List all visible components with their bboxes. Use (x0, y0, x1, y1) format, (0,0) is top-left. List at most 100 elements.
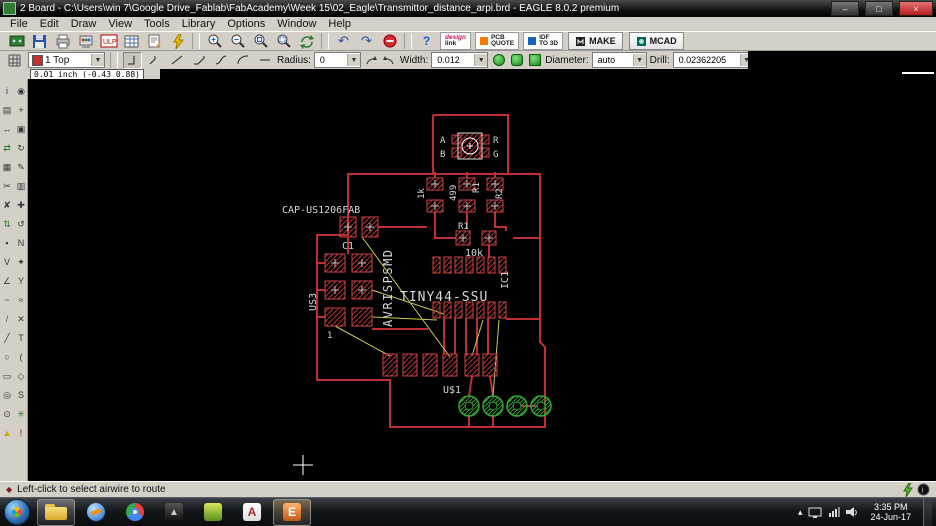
help-icon[interactable]: ? (416, 32, 437, 50)
tool-ratsnest-icon[interactable]: ✳ (15, 406, 28, 422)
menu-item-file[interactable]: File (4, 18, 34, 30)
diameter-dropdown-arrow[interactable]: ▼ (632, 54, 646, 66)
component-bottom-header[interactable] (382, 353, 498, 377)
tool-text-icon[interactable]: T (15, 330, 28, 346)
drill-input[interactable] (676, 54, 737, 66)
volume-tray-icon[interactable] (846, 507, 858, 517)
zoom-fit-icon[interactable] (250, 32, 271, 50)
via-shape-round-button[interactable] (491, 53, 506, 67)
tool-ripup-icon[interactable]: ✕ (15, 311, 28, 327)
pcb-canvas[interactable]: CAP-US1206FAB C1 US3 AVRISPSMD 1 TINY44-… (28, 79, 936, 481)
tool-change-icon[interactable]: ✎ (15, 159, 28, 175)
arc-direction-cw-icon[interactable] (382, 53, 397, 67)
print-icon[interactable] (52, 32, 73, 50)
tool-replace-icon[interactable]: ↺ (15, 216, 28, 232)
start-button[interactable] (4, 499, 30, 525)
tool-route-icon[interactable]: / (1, 311, 14, 327)
tool-drc-icon[interactable]: ▲ (1, 425, 14, 441)
design-link-button[interactable]: design link (440, 32, 471, 50)
diameter-input[interactable] (595, 54, 630, 66)
table-icon[interactable] (121, 32, 142, 50)
tool-split-icon[interactable]: Y (15, 273, 28, 289)
tool-arc-icon[interactable]: ( (15, 349, 28, 365)
title-bar[interactable]: 2 Board - C:\Users\win 7\Google Drive_Fa… (0, 0, 936, 17)
tool-copy-icon[interactable]: ▣ (15, 121, 28, 137)
tool-smash-icon[interactable]: ✦ (15, 254, 28, 270)
tool-optimize-icon[interactable]: ~ (1, 292, 14, 308)
save-icon[interactable] (29, 32, 50, 50)
tool-polygon-icon[interactable]: ◇ (15, 368, 28, 384)
minimize-button[interactable]: – (831, 1, 859, 16)
tool-info-icon[interactable]: i (1, 83, 14, 99)
make-button[interactable]: MAKE (568, 32, 623, 50)
tool-lock-icon[interactable]: ▪ (1, 235, 14, 251)
tool-show-icon[interactable]: ◉ (15, 83, 28, 99)
layer-select[interactable]: 1 Top ▼ (28, 52, 105, 68)
taskbar-media-player-button[interactable] (78, 500, 114, 525)
tool-move-icon[interactable]: ↔ (1, 121, 14, 137)
tool-mark-icon[interactable]: + (15, 102, 28, 118)
mcad-button[interactable]: MCAD (628, 32, 684, 50)
drill-combo[interactable]: ▼ (672, 52, 754, 68)
tool-errors-icon[interactable]: ! (15, 425, 28, 441)
tool-mirror-icon[interactable]: ⇄ (1, 140, 14, 156)
board-schematic-icon[interactable] (6, 32, 27, 50)
wire-bend-style-5-button[interactable] (211, 51, 230, 69)
radius-dropdown-arrow[interactable]: ▼ (346, 54, 360, 66)
menu-item-help[interactable]: Help (322, 18, 357, 30)
tool-signal-icon[interactable]: S (15, 387, 28, 403)
tool-rect-icon[interactable]: ▭ (1, 368, 14, 384)
wire-bend-style-1-button[interactable] (123, 51, 142, 69)
component-ic1[interactable] (432, 256, 507, 319)
zoom-select-icon[interactable] (273, 32, 294, 50)
redraw-icon[interactable] (296, 32, 317, 50)
menu-item-edit[interactable]: Edit (34, 18, 65, 30)
tool-name-icon[interactable]: N (15, 235, 28, 251)
diameter-combo[interactable]: ▼ (591, 52, 647, 68)
taskbar-green-app-button[interactable] (195, 500, 231, 525)
menu-item-view[interactable]: View (102, 18, 138, 30)
component-u1-pads[interactable] (458, 395, 552, 417)
wire-bend-style-7-button[interactable] (255, 51, 274, 69)
tool-circle-icon[interactable]: ○ (1, 349, 14, 365)
tool-wire-icon[interactable]: ╱ (1, 330, 14, 346)
width-combo[interactable]: ▼ (431, 52, 489, 68)
tool-miter-icon[interactable]: ∠ (1, 273, 14, 289)
tool-display-icon[interactable]: ▤ (1, 102, 14, 118)
via-shape-octagon-button[interactable] (509, 53, 524, 67)
sync-bolt-icon[interactable] (903, 482, 913, 497)
show-desktop-button[interactable] (923, 497, 932, 526)
wire-bend-style-6-button[interactable] (233, 51, 252, 69)
width-dropdown-arrow[interactable]: ▼ (474, 54, 488, 66)
tool-paste-icon[interactable]: ▥ (15, 178, 28, 194)
taskbar-autocad-button[interactable]: A (234, 500, 270, 525)
radius-combo[interactable]: ▼ (313, 52, 361, 68)
tool-pinswap-icon[interactable]: ⇅ (1, 216, 14, 232)
close-button[interactable]: × (899, 1, 933, 16)
tool-cut-icon[interactable]: ✂ (1, 178, 14, 194)
status-circle-icon[interactable]: i (917, 483, 930, 496)
wire-bend-style-3-button[interactable] (167, 51, 186, 69)
cam-processor-icon[interactable] (75, 32, 96, 50)
menu-item-options[interactable]: Options (221, 18, 271, 30)
idf-to-3d-button[interactable]: IDF TO 3D (523, 32, 564, 50)
ulp-icon[interactable]: ULP (98, 32, 119, 50)
tool-rotate-icon[interactable]: ↻ (15, 140, 28, 156)
tool-via-icon[interactable]: ◎ (1, 387, 14, 403)
script-icon[interactable] (144, 32, 165, 50)
component-led[interactable] (451, 132, 490, 160)
tool-meander-icon[interactable]: ≈ (15, 292, 28, 308)
layer-dropdown-arrow[interactable]: ▼ (91, 54, 104, 66)
run-icon[interactable] (167, 32, 188, 50)
display-tray-icon[interactable] (808, 507, 822, 518)
menu-item-window[interactable]: Window (271, 18, 322, 30)
tool-add-icon[interactable]: ✚ (15, 197, 28, 213)
clock[interactable]: 3:35 PM 24-Jun-17 (864, 502, 917, 522)
width-input[interactable] (435, 54, 472, 66)
menu-item-tools[interactable]: Tools (138, 18, 176, 30)
component-resistors[interactable] (426, 177, 504, 213)
undo-icon[interactable]: ↶ (333, 32, 354, 50)
tray-expand-icon[interactable]: ▴ (798, 507, 803, 518)
pcb-quote-button[interactable]: PCB QUOTE (474, 32, 520, 50)
wire-bend-style-2-button[interactable] (145, 51, 164, 69)
